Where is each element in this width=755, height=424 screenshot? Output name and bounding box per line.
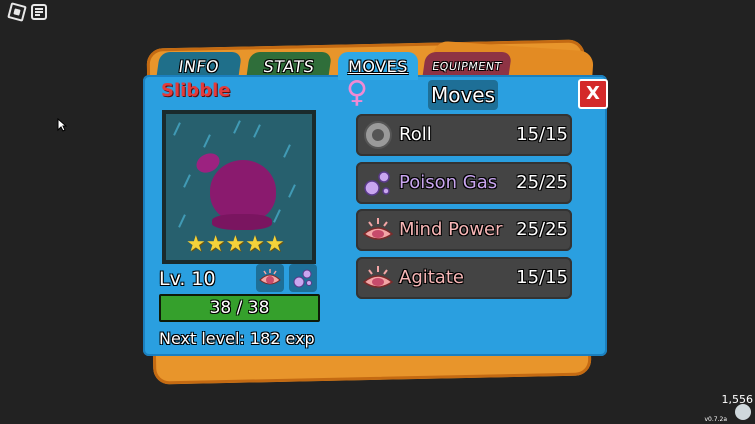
move-slot-roll[interactable]: Roll 15/15: [356, 114, 572, 156]
mind-eye-icon: [362, 218, 394, 240]
close-button[interactable]: X: [578, 79, 608, 109]
tab-stats-label: STATS: [262, 57, 316, 76]
pet-name: Slibble: [161, 80, 231, 101]
mouse-cursor-icon: [57, 118, 67, 132]
move-slot-agitate[interactable]: Agitate 15/15: [356, 257, 572, 299]
moves-title: Moves: [428, 80, 498, 110]
female-gender-icon: ♀: [346, 75, 368, 110]
pet-portrait: ★★★★★: [162, 110, 316, 264]
tab-equipment-label: EQUIPMENT: [431, 60, 503, 73]
roll-icon: [364, 121, 392, 149]
move-slot-mind-power[interactable]: Mind Power 25/25: [356, 209, 572, 251]
creature-sprite: [210, 160, 276, 222]
move-name: Mind Power: [399, 219, 503, 240]
tab-moves-label: MOVES: [348, 57, 408, 76]
player-avatar-icon[interactable]: [735, 404, 751, 420]
move-pp: 25/25: [516, 219, 568, 240]
version-label: v0.7.2a: [704, 416, 728, 423]
move-name: Roll: [399, 124, 432, 145]
next-level-exp: Next level: 182 exp: [159, 329, 315, 348]
hp-text: 38 / 38: [209, 298, 270, 318]
mind-eye-icon: [362, 266, 394, 288]
chat-icon[interactable]: [31, 4, 47, 20]
roblox-menu-icon[interactable]: [7, 2, 27, 22]
move-name: Poison Gas: [399, 172, 498, 193]
move-pp: 15/15: [516, 124, 568, 145]
move-name: Agitate: [399, 267, 464, 288]
rarity-stars: ★★★★★: [186, 232, 285, 257]
move-pp: 15/15: [516, 267, 568, 288]
mind-type-icon: [256, 264, 284, 292]
creature-foot: [212, 214, 272, 230]
hp-bar: 38 / 38: [159, 294, 320, 322]
poison-type-icon: [289, 264, 317, 292]
poison-bubbles-icon: [364, 171, 390, 196]
tab-info-label: INFO: [177, 57, 221, 76]
move-slot-poison-gas[interactable]: Poison Gas 25/25: [356, 162, 572, 204]
currency-count: 1,556: [721, 393, 754, 406]
move-pp: 25/25: [516, 172, 568, 193]
pet-level: Lv. 10: [159, 268, 216, 290]
